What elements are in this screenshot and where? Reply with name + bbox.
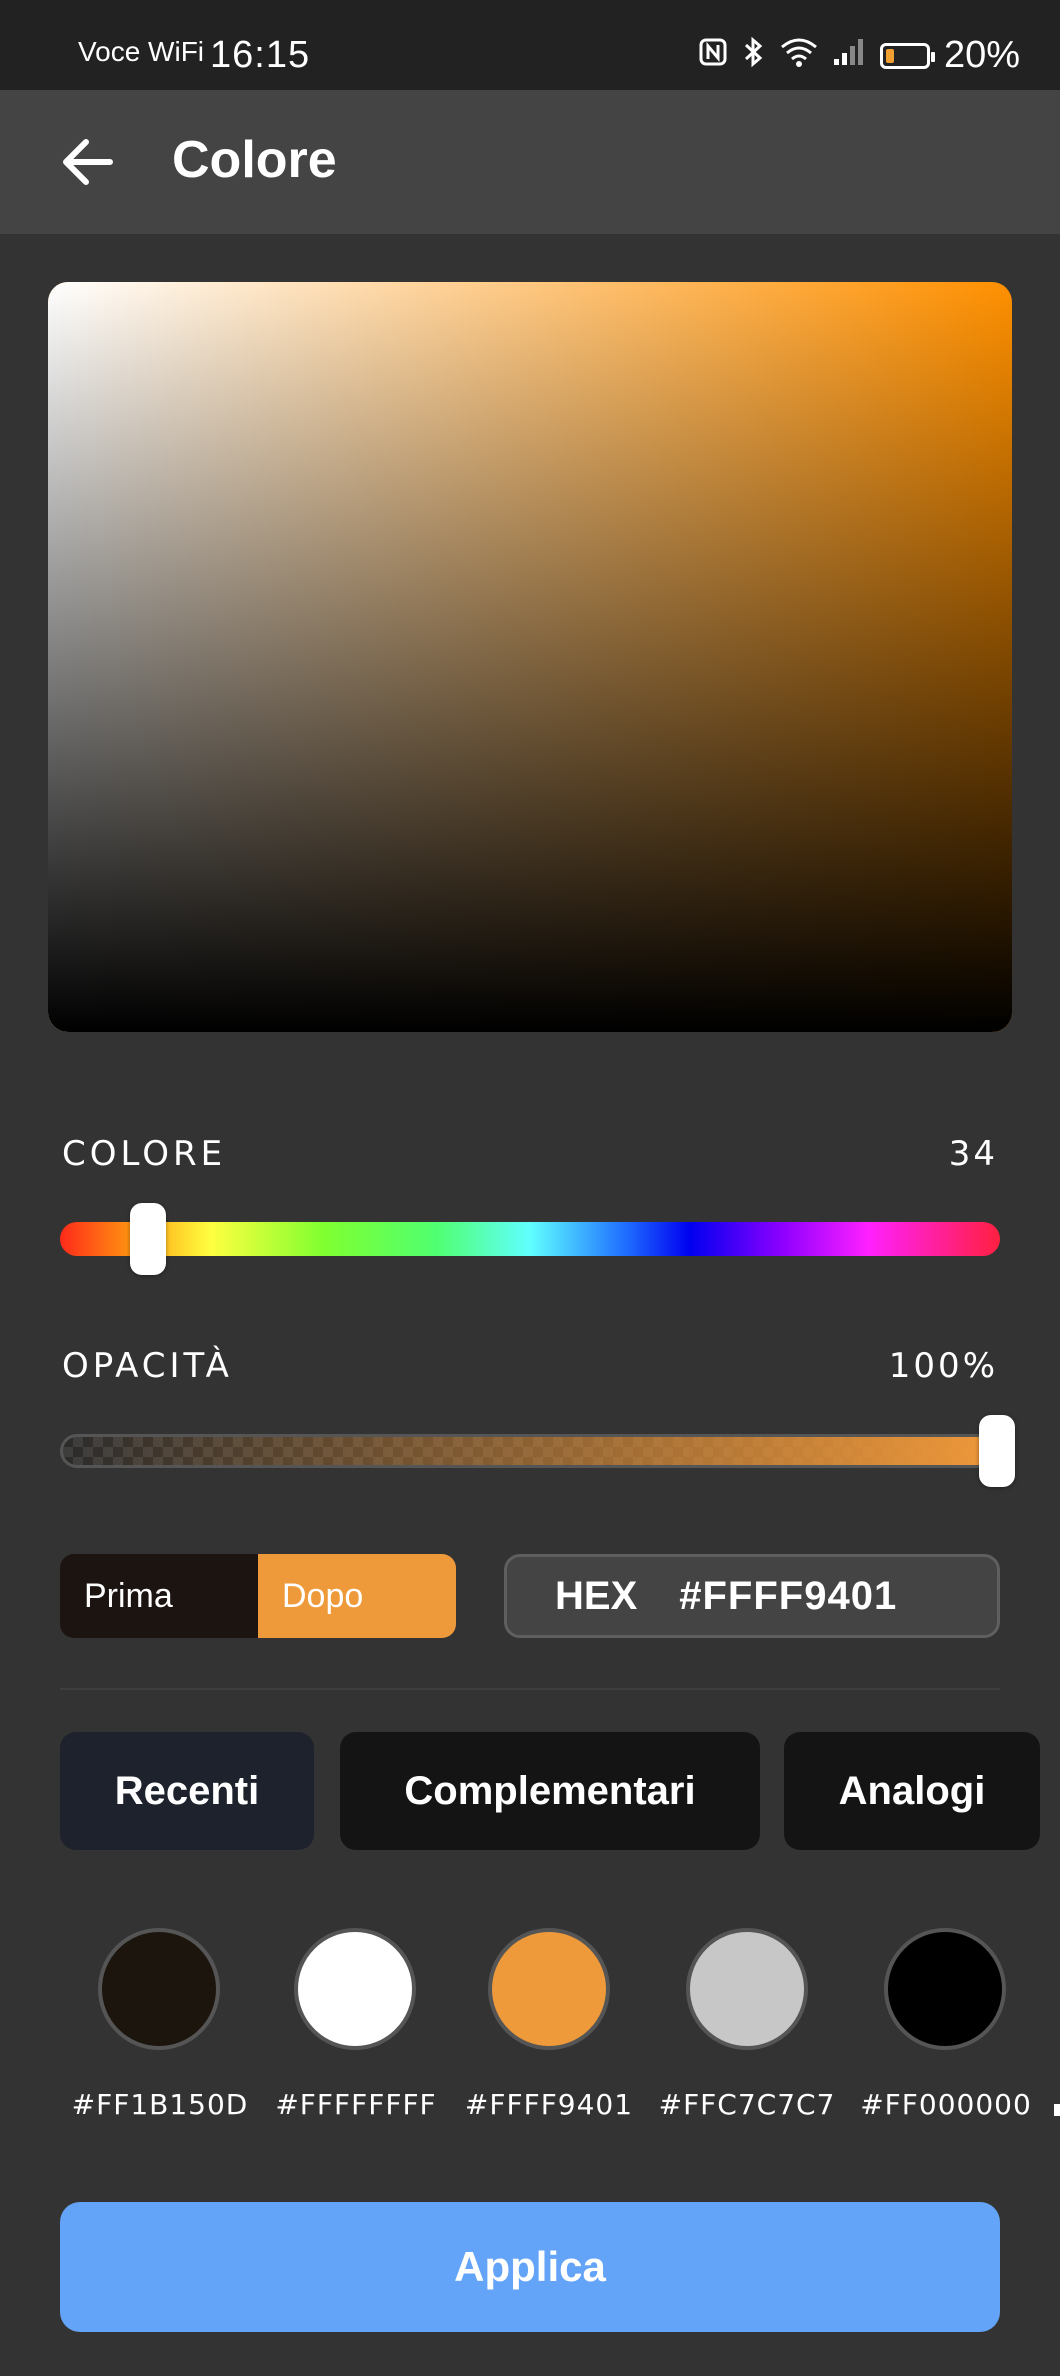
hex-label: HEX (555, 1573, 638, 1618)
tab-complementary[interactable]: Complementari (340, 1732, 760, 1850)
next-swatch-edge (1054, 2104, 1060, 2116)
swatch-label-0: #FF1B150D (71, 2088, 249, 2121)
hex-input[interactable]: HEX #FFFF9401 (504, 1554, 1000, 1638)
before-after-compare: Prima Dopo (60, 1554, 456, 1638)
arrow-left-icon[interactable] (60, 136, 116, 188)
signal-icon (832, 37, 866, 75)
apply-button[interactable]: Applica (60, 2202, 1000, 2332)
opacity-slider-label: OPACITÀ (62, 1346, 233, 1386)
after-color-button[interactable]: Dopo (258, 1554, 456, 1638)
swatch-4[interactable] (884, 1928, 1006, 2050)
carrier-label: Voce WiFi (78, 36, 205, 67)
opacity-slider-value: 100% (888, 1346, 998, 1386)
battery-level (885, 48, 894, 63)
saturation-value-picker[interactable] (48, 282, 1012, 1032)
swatch-2[interactable] (488, 1928, 610, 2050)
before-color-button[interactable]: Prima (60, 1554, 258, 1638)
swatch-label-2: #FFFF9401 (464, 2088, 634, 2121)
bluetooth-icon (742, 36, 766, 76)
sv-black-layer (48, 282, 1012, 1032)
status-icons: 20% (698, 34, 1020, 77)
opacity-slider-thumb[interactable] (979, 1415, 1015, 1487)
hue-slider-label: COLORE (62, 1134, 227, 1174)
wifi-icon (780, 37, 818, 75)
battery-icon (879, 42, 935, 69)
hue-slider-thumb[interactable] (130, 1203, 167, 1275)
clock: 16:15 (210, 34, 311, 76)
swatch-label-3: #FFC7C7C7 (658, 2088, 836, 2121)
nfc-icon (698, 37, 728, 75)
swatch-1[interactable] (294, 1928, 416, 2050)
swatch-3[interactable] (686, 1928, 808, 2050)
opacity-slider-track[interactable] (60, 1415, 1015, 1487)
divider (60, 1688, 1000, 1690)
swatch-0[interactable] (98, 1928, 220, 2050)
page-title: Colore (172, 131, 337, 189)
swatch-label-1: #FFFFFFFF (275, 2088, 437, 2121)
battery-percent: 20% (943, 34, 1020, 76)
hue-slider-track[interactable] (60, 1203, 1000, 1275)
hex-value[interactable]: #FFFF9401 (679, 1574, 897, 1619)
app-bar: Colore (0, 90, 1060, 234)
tab-analogous[interactable]: Analogi (784, 1732, 1040, 1850)
tab-recent[interactable]: Recenti (60, 1732, 314, 1850)
status-bar: Voce WiFi 16:15 20% (0, 0, 1060, 90)
hue-slider-value: 34 (948, 1134, 998, 1174)
swatch-label-4: #FF000000 (860, 2088, 1032, 2121)
